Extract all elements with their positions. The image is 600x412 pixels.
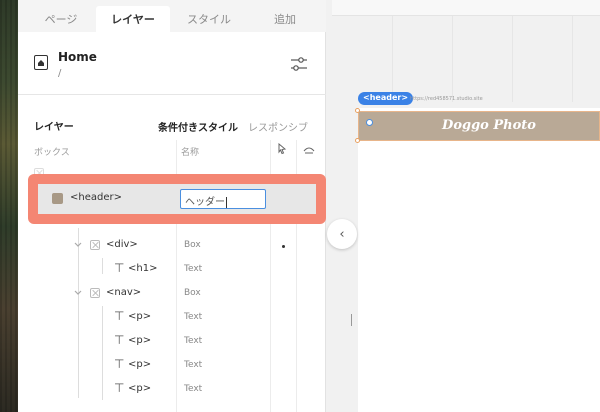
layer-type: Text — [184, 336, 203, 346]
layer-row[interactable]: ⊤ <p> Text — [18, 354, 326, 378]
rename-input[interactable]: ヘッダー — [180, 189, 266, 209]
canvas-ruler — [332, 0, 600, 16]
grid-line — [452, 16, 453, 102]
artboard[interactable] — [358, 108, 600, 412]
layer-row[interactable]: ⊤ <h1> Text — [18, 258, 326, 282]
layer-type: Text — [184, 312, 203, 322]
column-header-box: ボックス — [34, 148, 70, 158]
page-path: / — [58, 68, 62, 79]
layer-label: <h1> — [128, 263, 158, 274]
layer-type: Text — [184, 264, 203, 274]
box-icon — [90, 240, 100, 250]
layer-label: <nav> — [106, 287, 142, 298]
resize-handle[interactable] — [355, 138, 360, 143]
chevron-down-icon[interactable] — [74, 241, 82, 249]
layer-type: Box — [184, 288, 201, 298]
layers-heading: レイヤー — [34, 122, 74, 133]
visibility-dot — [282, 245, 285, 248]
panel-tabs: ページ レイヤー スタイル 追加 — [18, 0, 326, 32]
text-icon: ⊤ — [114, 381, 125, 395]
site-url: https://red458571.studio.site — [410, 96, 483, 102]
box-icon — [90, 288, 100, 298]
chevron-left-icon: ‹ — [339, 226, 345, 242]
anchor-handle[interactable] — [366, 119, 373, 126]
layer-label: <p> — [128, 311, 152, 322]
layer-label: <p> — [128, 359, 152, 370]
layer-type: Text — [184, 360, 203, 370]
header-color-swatch — [52, 193, 63, 204]
text-icon: ⊤ — [114, 261, 125, 275]
text-icon: ⊤ — [114, 357, 125, 371]
tab-add[interactable]: 追加 — [250, 6, 320, 32]
text-icon: ⊤ — [114, 333, 125, 347]
layer-type: Text — [184, 384, 203, 394]
layer-label: <p> — [128, 383, 152, 394]
background-image-strip — [0, 0, 18, 412]
column-header-name: 名称 — [181, 148, 200, 158]
selected-layer-row[interactable]: <header> ヘッダー — [38, 184, 316, 214]
site-header-element[interactable]: Doggo Photo — [358, 111, 600, 141]
pointer-icon — [278, 143, 287, 155]
element-tag: <header> — [358, 92, 414, 105]
tab-style[interactable]: スタイル — [170, 6, 248, 32]
layer-label: <div> — [106, 239, 138, 250]
tab-page[interactable]: ページ — [26, 6, 96, 32]
resize-handle[interactable] — [355, 108, 360, 113]
grid-line — [512, 16, 513, 102]
grid-line — [572, 16, 573, 102]
layer-type: Box — [184, 240, 201, 250]
tab-layers[interactable]: レイヤー — [96, 6, 170, 32]
layer-row[interactable]: ⊤ <p> Text — [18, 378, 326, 402]
divider — [18, 94, 326, 95]
sliders-icon[interactable] — [290, 56, 308, 72]
design-canvas[interactable]: <header> https://red458571.studio.site D… — [332, 0, 600, 412]
responsive-tab[interactable]: レスポンシブ — [248, 119, 308, 134]
layer-label: <header> — [70, 192, 122, 203]
grid-line — [392, 16, 393, 102]
chevron-down-icon[interactable] — [74, 289, 82, 297]
site-title: Doggo Photo — [442, 118, 536, 133]
conditional-style-tab[interactable]: 条件付きスタイル — [158, 119, 238, 134]
page-title: Home — [58, 50, 97, 64]
visibility-icon — [303, 147, 315, 154]
layer-row[interactable]: <div> Box — [18, 234, 326, 258]
layer-row[interactable]: ⊤ <p> Text — [18, 306, 326, 330]
layer-label: <p> — [128, 335, 152, 346]
text-icon: ⊤ — [114, 309, 125, 323]
home-icon — [34, 55, 48, 70]
layer-row[interactable]: ⊤ <p> Text — [18, 330, 326, 354]
layer-row[interactable]: <nav> Box — [18, 282, 326, 306]
collapse-panel-button[interactable]: ‹ — [327, 219, 357, 249]
rename-value: ヘッダー — [185, 197, 225, 208]
panel-edge-mark — [351, 314, 352, 326]
